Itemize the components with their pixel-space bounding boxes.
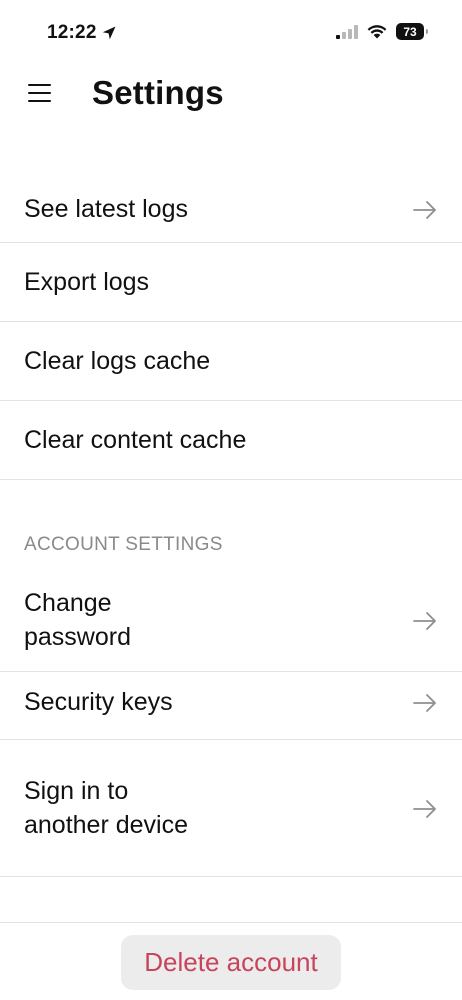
list-item-label: See latest logs: [24, 195, 188, 223]
general-settings-list: See latest logs Export logs Clear logs c…: [0, 176, 462, 480]
header: Settings: [0, 62, 462, 130]
list-item-label: Security keys: [24, 688, 173, 716]
arrow-right-icon: [413, 201, 436, 219]
list-item-label: Export logs: [24, 268, 150, 296]
delete-account-button[interactable]: Delete account: [121, 935, 341, 990]
list-item-change-password[interactable]: Change password: [0, 575, 462, 672]
footer-divider: [0, 922, 462, 923]
list-item-label: Sign in to another device: [24, 774, 264, 842]
status-time-text: 12:22: [47, 22, 97, 43]
list-item-label: Clear logs cache: [24, 347, 211, 375]
arrow-right-icon: [413, 800, 436, 818]
list-item-sign-in-another-device[interactable]: Sign in to another device: [0, 740, 462, 877]
list-item-label-line: password: [24, 623, 131, 651]
list-item-label-line: Change: [24, 589, 112, 617]
list-item-export-logs[interactable]: Export logs: [0, 243, 462, 322]
list-item-clear-content-cache[interactable]: Clear content cache: [0, 401, 462, 480]
status-bar: 12:22 73: [0, 0, 462, 60]
status-time: 12:22: [47, 22, 117, 44]
status-icons: 73: [336, 23, 428, 40]
list-item-see-latest-logs[interactable]: See latest logs: [0, 176, 462, 243]
arrow-right-icon: [413, 612, 436, 630]
section-header-account: ACCOUNT SETTINGS: [24, 534, 223, 555]
list-item-label-line: Sign in to: [24, 777, 129, 805]
list-item-label-line: another device: [24, 811, 189, 839]
cellular-signal-icon: [336, 24, 358, 39]
account-settings-list: Change password Security keys Sign in to…: [0, 575, 462, 877]
list-item-clear-logs-cache[interactable]: Clear logs cache: [0, 322, 462, 401]
hamburger-menu-icon[interactable]: [28, 84, 52, 104]
wifi-icon: [367, 25, 387, 39]
battery-level: 73: [403, 24, 417, 39]
arrow-right-icon: [413, 694, 436, 712]
list-item-label: Clear content cache: [24, 426, 247, 454]
list-item-security-keys[interactable]: Security keys: [0, 672, 462, 740]
location-arrow-icon: [102, 26, 116, 40]
page-title: Settings: [92, 74, 224, 111]
list-item-label: Change password: [24, 586, 264, 654]
battery-icon: 73: [396, 23, 428, 40]
